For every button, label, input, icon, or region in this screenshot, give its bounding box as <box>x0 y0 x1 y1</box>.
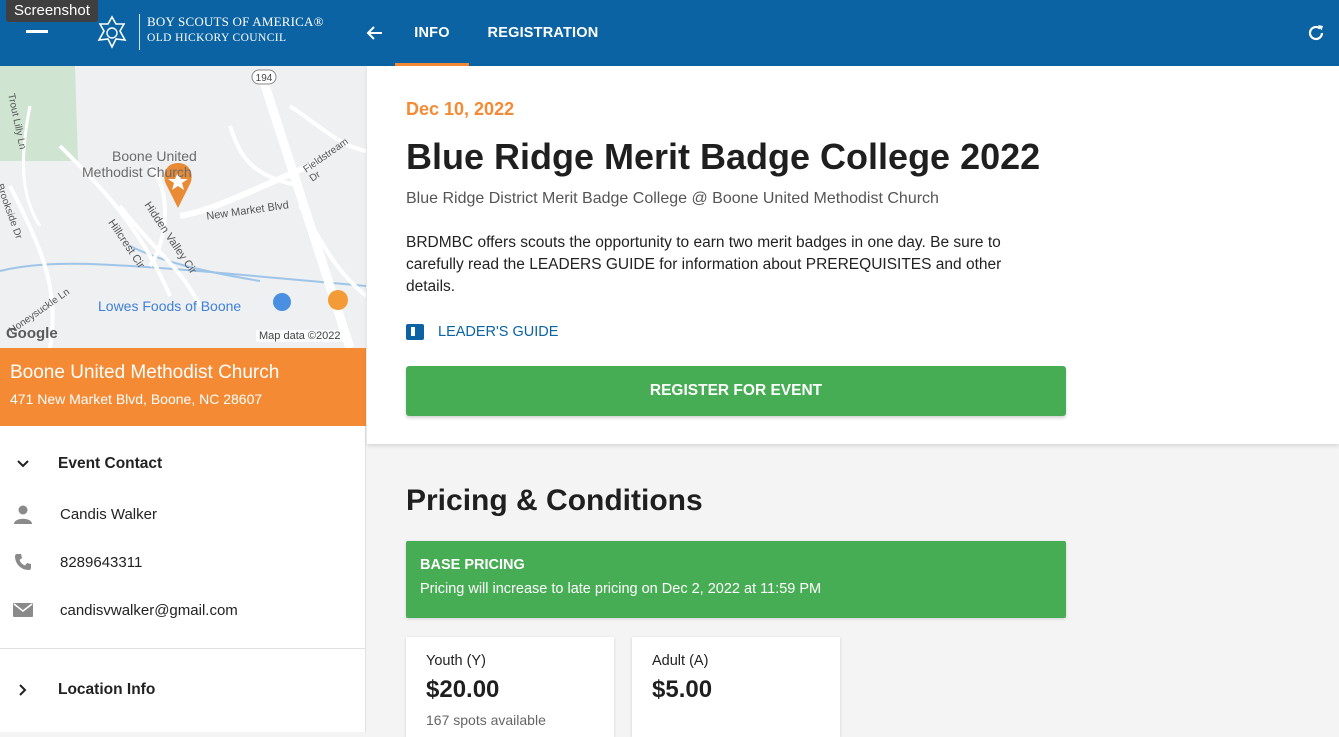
top-app-bar: Screenshot BOY SCOUTS OF AMERICA® OLD HI… <box>0 0 1339 66</box>
pricing-title: Pricing & Conditions <box>406 484 703 517</box>
contact-email: candisvwalker@gmail.com <box>60 601 238 619</box>
bsa-emblem-icon <box>94 14 130 50</box>
logo-divider <box>139 14 140 50</box>
price-tier-spots: 167 spots available <box>426 712 546 728</box>
event-subtitle: Blue Ridge District Merit Badge College … <box>406 190 939 207</box>
location-info-label: Location Info <box>58 681 156 698</box>
event-contact-label: Event Contact <box>58 455 163 472</box>
location-map[interactable]: 194 Boone United Methodist Church New Ma… <box>0 66 366 348</box>
price-tier-value: $20.00 <box>426 676 500 703</box>
map-label-lowes: Lowes Foods of Boone <box>98 298 242 314</box>
map-label-church-1: Boone United <box>112 148 197 164</box>
event-location-panel: 194 Boone United Methodist Church New Ma… <box>0 66 366 732</box>
register-for-event-button[interactable]: REGISTER FOR EVENT <box>406 366 1066 416</box>
google-logo: Google <box>6 325 58 342</box>
price-tier-value: $5.00 <box>652 676 713 703</box>
contact-name-row: Candis Walker <box>0 490 366 538</box>
leaders-guide-label: LEADER'S GUIDE <box>438 324 559 340</box>
venue-banner: Boone United Methodist Church 471 New Ma… <box>0 348 366 426</box>
book-icon <box>406 324 424 340</box>
tab-info[interactable]: INFO <box>395 0 469 66</box>
base-pricing-box: BASE PRICING Pricing will increase to la… <box>406 541 1066 618</box>
screenshot-label: Screenshot <box>6 0 98 22</box>
refresh-icon[interactable] <box>1301 18 1331 48</box>
price-tier-label: Youth (Y) <box>426 653 486 669</box>
phone-icon <box>10 552 36 572</box>
section-divider <box>0 648 366 649</box>
contact-phone: 8289643311 <box>60 553 143 571</box>
chevron-down-icon <box>14 459 32 469</box>
contact-phone-row[interactable]: 8289643311 <box>0 538 366 586</box>
council-name: OLD HICKORY COUNCIL <box>147 32 287 44</box>
email-icon <box>10 602 36 618</box>
map-data-attribution: Map data ©2022 <box>256 330 344 342</box>
person-icon <box>10 503 36 525</box>
venue-name: Boone United Methodist Church <box>10 362 280 383</box>
org-name: BOY SCOUTS OF AMERICA® <box>147 14 324 29</box>
contact-name: Candis Walker <box>60 505 157 523</box>
event-title: Blue Ridge Merit Badge College 2022 <box>406 136 1041 177</box>
chevron-right-icon <box>14 683 32 697</box>
event-info-card: Dec 10, 2022 Blue Ridge Merit Badge Coll… <box>367 66 1339 444</box>
back-arrow-icon[interactable] <box>360 18 390 48</box>
map-label-church-2: Methodist Church <box>82 164 192 180</box>
menu-icon[interactable] <box>26 30 48 33</box>
venue-address: 471 New Market Blvd, Boone, NC 28607 <box>10 391 263 407</box>
tab-registration[interactable]: REGISTRATION <box>478 0 608 66</box>
base-pricing-note: Pricing will increase to late pricing on… <box>420 581 822 597</box>
event-description: BRDMBC offers scouts the opportunity to … <box>406 234 1002 295</box>
base-pricing-title: BASE PRICING <box>420 557 525 573</box>
leaders-guide-link[interactable]: LEADER'S GUIDE <box>406 324 558 340</box>
event-contact-toggle[interactable]: Event Contact <box>0 440 366 488</box>
price-card-adult: Adult (A) $5.00 <box>632 637 840 737</box>
map-road-194-label: 194 <box>256 73 273 84</box>
price-card-youth: Youth (Y) $20.00 167 spots available <box>406 637 614 737</box>
contact-email-row[interactable]: candisvwalker@gmail.com <box>0 586 366 634</box>
price-tier-label: Adult (A) <box>652 653 709 669</box>
event-date: Dec 10, 2022 <box>406 99 515 119</box>
location-info-toggle[interactable]: Location Info <box>0 666 366 714</box>
